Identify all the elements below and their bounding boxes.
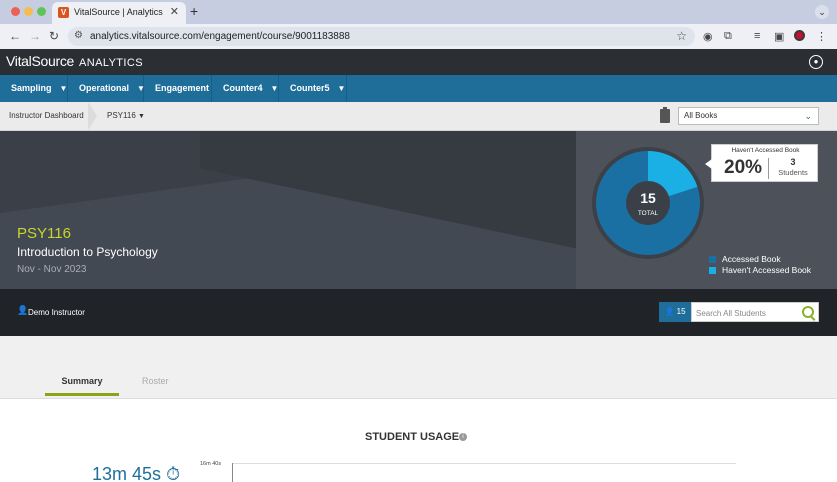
tab-title: VitalSource | Analytics — [74, 7, 163, 17]
student-usage-section: STUDENT USAGE i 13m 45s ⏱ 16m 40s — [0, 399, 837, 482]
student-usage-title: STUDENT USAGE — [365, 431, 460, 443]
instructor-name: Demo Instructor — [28, 308, 85, 317]
course-title: Introduction to Psychology — [17, 245, 158, 259]
breadcrumb: Instructor Dashboard PSY116 ▼ All Books ⌄ — [0, 102, 837, 131]
course-code: PSY116 — [17, 225, 71, 242]
person-icon: 👤 — [17, 305, 29, 315]
clock-icon: ⏱ — [166, 464, 181, 482]
legend-accessed[interactable]: Accessed Book — [709, 254, 811, 265]
reload-icon[interactable]: ↻ — [49, 29, 59, 43]
tab-summary[interactable]: Summary — [45, 376, 119, 396]
nav-sampling[interactable]: Sampling ▼ — [0, 75, 68, 102]
breadcrumb-separator — [88, 102, 97, 130]
tooltip-percent: 20% — [724, 157, 763, 178]
url-text[interactable]: analytics.vitalsource.com/engagement/cou… — [90, 31, 350, 42]
person-icon: 👤 — [664, 307, 675, 316]
brand-logo[interactable]: VitalSource ANALYTICS — [6, 53, 143, 69]
usage-chart-gridline — [233, 463, 736, 464]
brand-bar: VitalSource ANALYTICS ● — [0, 49, 837, 75]
donut-legend: Accessed Book Haven't Accessed Book — [709, 254, 811, 276]
user-account-icon[interactable]: ● — [809, 55, 823, 69]
extension-icon[interactable]: ◉ — [703, 30, 713, 43]
nav-operational[interactable]: Operational ▼ — [68, 75, 145, 102]
puzzle-icon[interactable]: ⧉ — [724, 30, 732, 43]
chevron-down-icon: ▼ — [337, 84, 346, 93]
site-settings-icon[interactable]: ⚙ — [74, 30, 83, 41]
browser-window: V VitalSource | Analytics ✕ + ⌄ ← → ↻ ⚙ … — [0, 0, 837, 482]
instructor-bar: 👤 Demo Instructor 👤 15 — [0, 289, 837, 336]
donut-tooltip: Haven't Accessed Book 20% 3 Students — [705, 144, 818, 182]
app-page: VitalSource ANALYTICS ● Sampling ▼ Operati… — [0, 49, 837, 482]
book-icon — [660, 107, 670, 123]
breadcrumb-instructor-dashboard[interactable]: Instructor Dashboard — [9, 111, 84, 120]
chevron-down-icon: ▼ — [59, 84, 68, 93]
page-tabs: Summary Roster — [0, 336, 837, 399]
tab-strip: V VitalSource | Analytics ✕ + ⌄ — [0, 0, 837, 24]
breadcrumb-course-select[interactable]: PSY116 ▼ — [107, 111, 145, 120]
chevron-down-icon: ▼ — [138, 113, 145, 120]
tooltip-unit: Students — [778, 168, 808, 177]
course-hero: PSY116 Introduction to Psychology Nov - … — [0, 131, 837, 289]
access-donut-panel: 15 TOTAL Haven't Accessed Book 20% 3 Stu… — [576, 131, 837, 289]
donut-total-value: 15 — [640, 190, 656, 206]
search-icon[interactable] — [802, 306, 814, 318]
book-select[interactable]: All Books ⌄ — [678, 107, 819, 125]
main-nav: Sampling ▼ Operational ▼ Engagement Counte… — [0, 75, 837, 102]
close-tab-icon[interactable]: ✕ — [170, 5, 179, 18]
student-search — [691, 302, 819, 323]
back-arrow-icon[interactable]: ← — [9, 29, 21, 43]
address-bar[interactable]: ⚙ analytics.vitalsource.com/engagement/c… — [68, 27, 695, 46]
forward-arrow-icon[interactable]: → — [29, 29, 41, 43]
tab-search-chevron-icon[interactable]: ⌄ — [815, 5, 829, 19]
info-icon[interactable]: i — [459, 433, 467, 441]
browser-toolbar: ← → ↻ ⚙ analytics.vitalsource.com/engage… — [0, 24, 837, 49]
nav-counter4[interactable]: Counter4 ▼ — [212, 75, 279, 102]
reading-list-icon[interactable]: ≡ — [754, 30, 760, 42]
course-dates: Nov - Nov 2023 — [17, 264, 87, 275]
chevron-down-icon: ⌄ — [804, 111, 812, 121]
student-count-badge: 👤 15 — [659, 302, 691, 322]
vitalsource-favicon-icon: V — [58, 7, 69, 18]
legend-swatch — [709, 256, 716, 264]
student-search-input[interactable] — [692, 303, 802, 323]
maximize-window-button[interactable] — [37, 7, 46, 16]
tab-roster[interactable]: Roster — [142, 376, 169, 386]
donut-total-label: TOTAL — [638, 210, 659, 217]
nav-counter5[interactable]: Counter5 ▼ — [279, 75, 347, 102]
star-icon[interactable]: ☆ — [676, 29, 687, 43]
chevron-down-icon: ▼ — [270, 84, 279, 93]
close-window-button[interactable] — [11, 7, 20, 16]
side-panel-icon[interactable]: ▣ — [774, 30, 784, 43]
axis-top-label: 16m 40s — [200, 461, 222, 467]
tooltip-count: 3 — [790, 157, 796, 167]
usage-average-time: 13m 45s ⏱ — [92, 464, 181, 482]
access-donut-chart[interactable]: 15 TOTAL — [590, 145, 710, 265]
legend-not-accessed[interactable]: Haven't Accessed Book — [709, 265, 811, 276]
tooltip-label: Haven't Accessed Book — [731, 147, 800, 154]
legend-swatch — [709, 267, 716, 275]
usage-chart-axis — [232, 463, 233, 482]
profile-icon[interactable] — [794, 30, 805, 41]
nav-engagement[interactable]: Engagement — [144, 75, 212, 102]
new-tab-icon[interactable]: + — [190, 3, 198, 19]
minimize-window-button[interactable] — [24, 7, 33, 16]
browser-tab[interactable]: V VitalSource | Analytics ✕ — [52, 2, 186, 24]
kebab-menu-icon[interactable]: ⋮ — [816, 30, 827, 43]
